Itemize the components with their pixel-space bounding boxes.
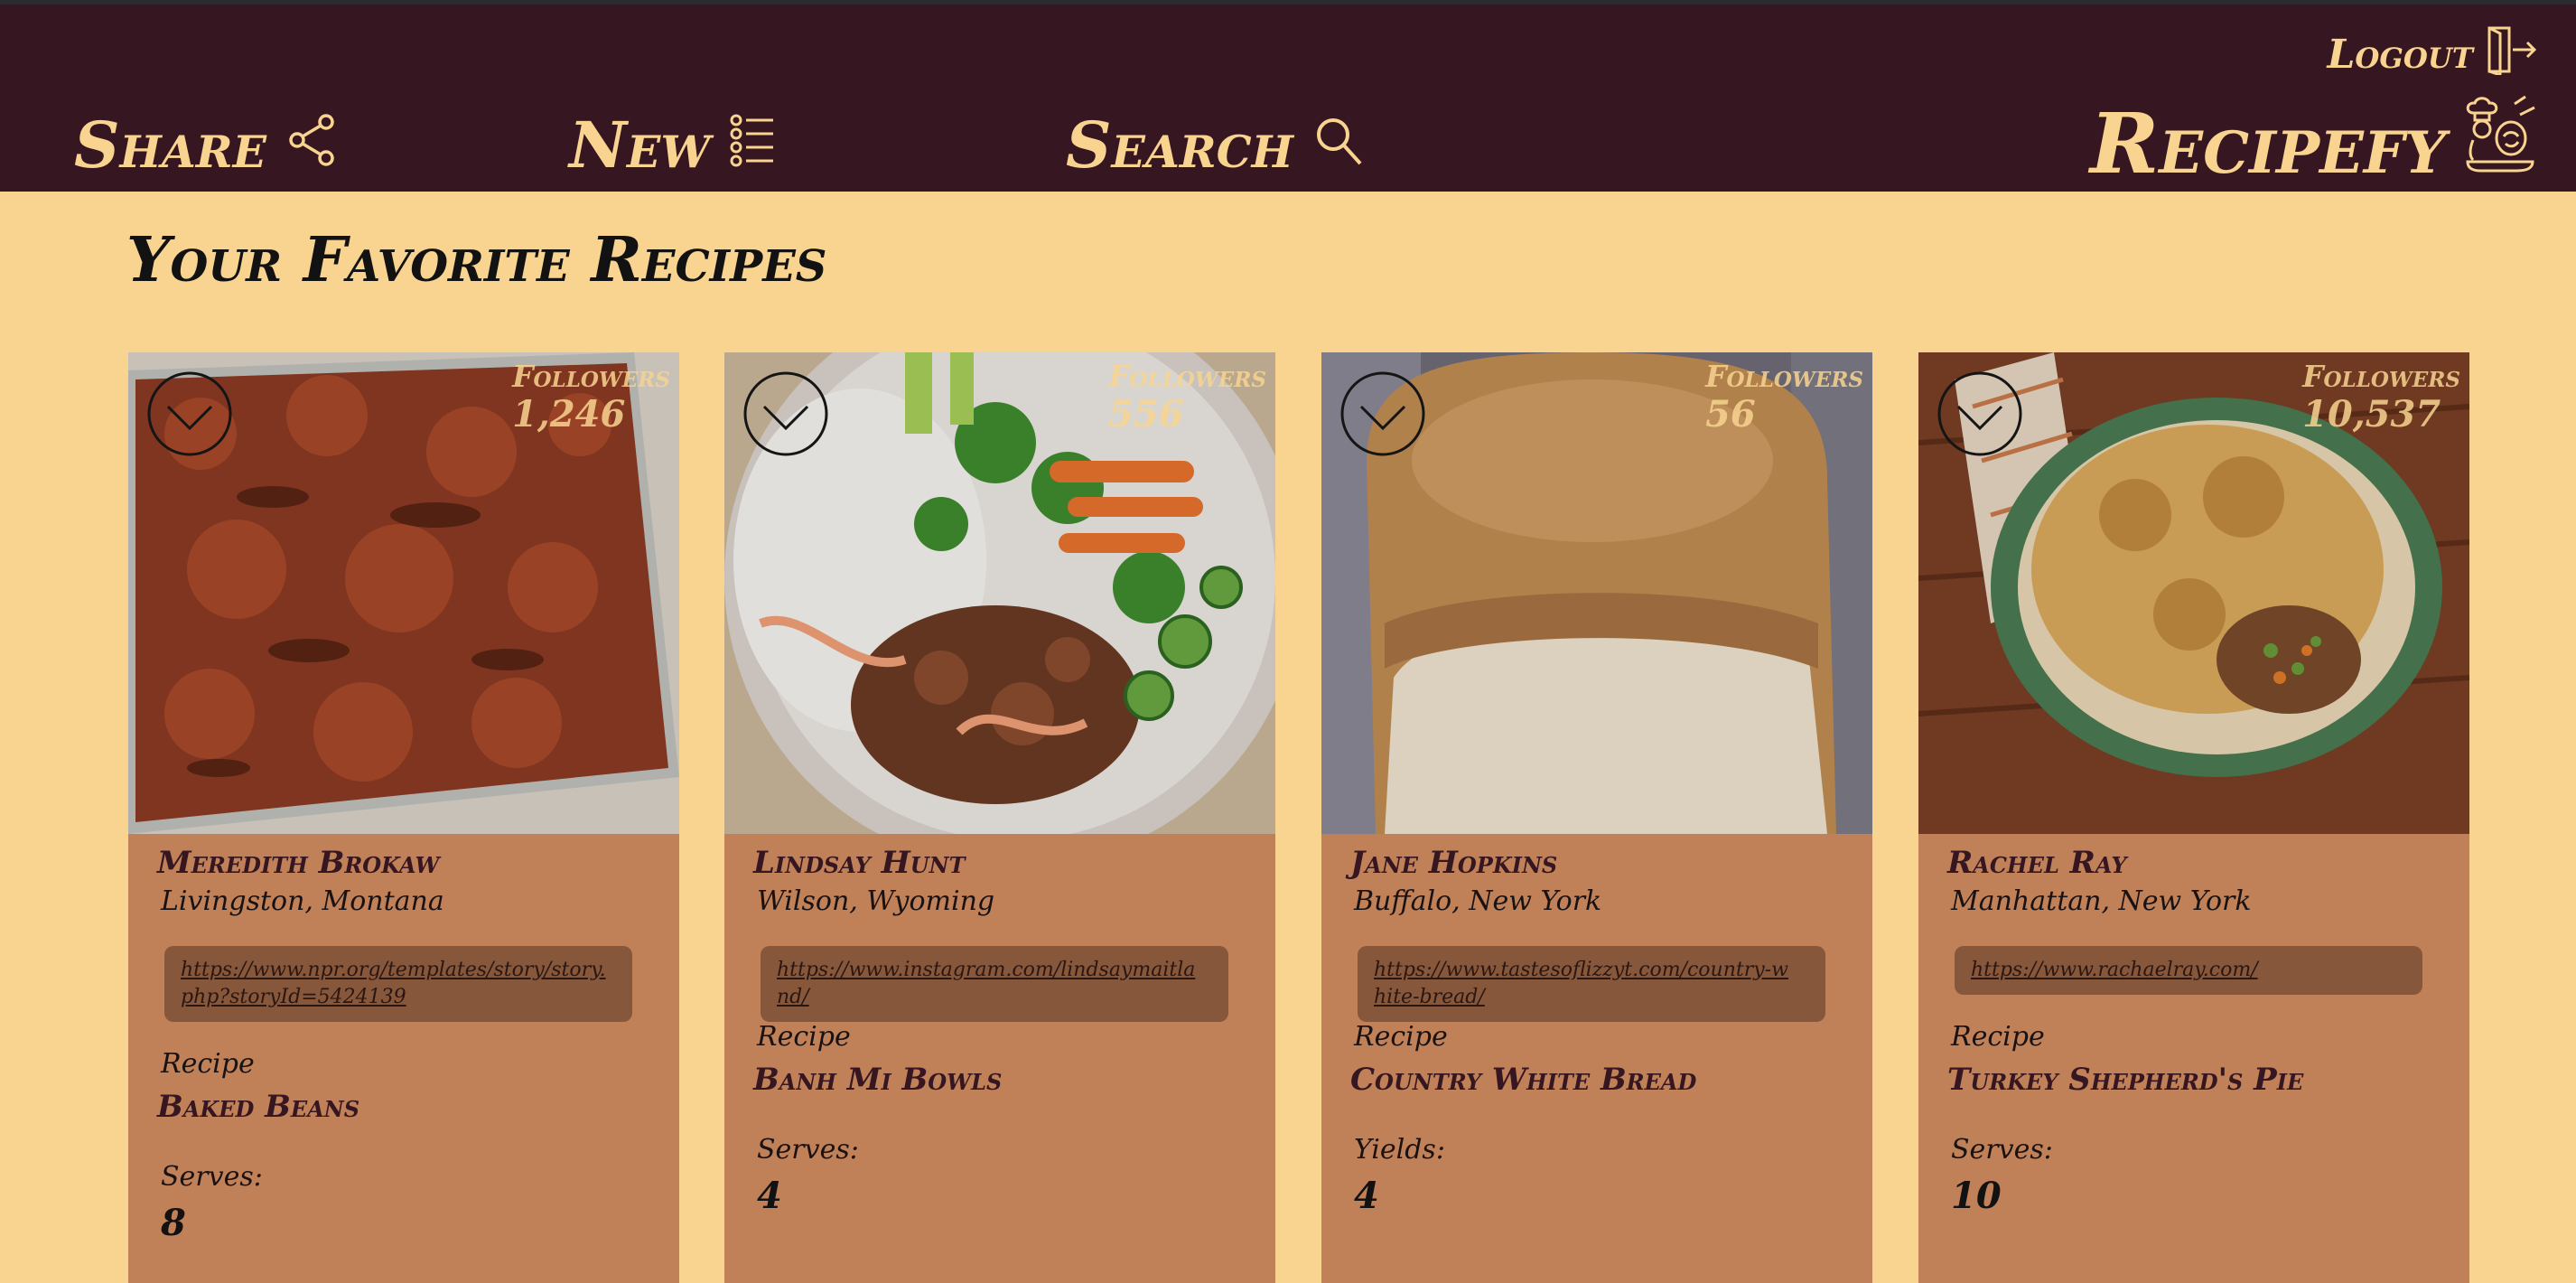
nav-search-label: Search <box>1066 107 1293 183</box>
nav-search[interactable]: Search <box>1066 104 1364 185</box>
recipe-photo-turkey-shepherds-pie: Followers 10,537 <box>1918 352 2469 834</box>
recipe-label: Recipe <box>757 1021 851 1053</box>
source-link-box: https://www.rachaelray.com/ <box>1955 946 2422 995</box>
serves-value: 8 <box>161 1202 186 1244</box>
followers-label: Followers <box>1108 359 1266 394</box>
serves-label: Serves: <box>757 1134 859 1166</box>
chef-location: Buffalo, New York <box>1354 885 1602 917</box>
chef-location: Livingston, Montana <box>161 885 444 917</box>
serves-label: Serves: <box>1951 1134 2053 1166</box>
brand-name: Recipefy <box>2089 95 2446 192</box>
followers-label: Followers <box>512 359 670 394</box>
chef-name: Rachel Ray <box>1947 845 2127 881</box>
list-icon <box>730 108 775 183</box>
nav-share[interactable]: Share <box>74 104 337 185</box>
source-link[interactable]: https://www.rachaelray.com/ <box>1971 959 2258 981</box>
chevron-down-icon[interactable] <box>146 370 233 457</box>
yields-value: 4 <box>1354 1175 1379 1217</box>
followers-count: Followers 10,537 <box>2302 360 2460 435</box>
recipe-label: Recipe <box>1951 1021 2045 1053</box>
chef-location: Manhattan, New York <box>1951 885 2252 917</box>
recipe-name: Turkey Shepherd's Pie <box>1947 1062 2304 1098</box>
recipe-name: Banh Mi Bowls <box>753 1062 1003 1098</box>
recipe-label: Recipe <box>161 1048 255 1080</box>
chef-location: Wilson, Wyoming <box>757 885 995 917</box>
followers-label: Followers <box>1705 359 1863 394</box>
followers-count: Followers 56 <box>1705 360 1863 435</box>
share-icon <box>286 108 337 183</box>
recipe-photo-country-white-bread: Followers 56 <box>1321 352 1872 834</box>
followers-count: Followers 556 <box>1108 360 1266 435</box>
followers-value: 556 <box>1108 393 1184 435</box>
recipe-label: Recipe <box>1354 1021 1448 1053</box>
followers-count: Followers 1,246 <box>512 360 670 435</box>
chevron-down-icon[interactable] <box>1339 370 1426 457</box>
followers-label: Followers <box>2302 359 2460 394</box>
followers-value: 56 <box>1705 393 1756 435</box>
page-title: Your Favorite Recipes <box>126 224 827 296</box>
app-header: Logout Share New Search Recipefy <box>0 5 2576 192</box>
serves-value: 4 <box>757 1175 782 1217</box>
chef-name: Lindsay Hunt <box>753 845 966 881</box>
chef-name: Jane Hopkins <box>1350 845 1558 881</box>
chevron-down-icon[interactable] <box>742 370 829 457</box>
chef-logo-icon <box>2462 95 2538 192</box>
brand-logo: Recipefy <box>2090 95 2538 192</box>
recipe-card: Followers 1,246 Meredith Brokaw Livingst… <box>128 352 679 1283</box>
source-link-box: https://www.npr.org/templates/story/stor… <box>164 946 632 1022</box>
recipe-name: Country White Bread <box>1350 1062 1697 1098</box>
logout-icon <box>2486 24 2538 85</box>
source-link[interactable]: https://www.instagram.com/lindsaymaitlan… <box>777 959 1195 1008</box>
recipe-card: Followers 556 Lindsay Hunt Wilson, Wyomi… <box>724 352 1275 1283</box>
recipe-name: Baked Beans <box>157 1089 360 1125</box>
followers-value: 10,537 <box>2302 393 2441 435</box>
recipe-card: Followers 56 Jane Hopkins Buffalo, New Y… <box>1321 352 1872 1283</box>
source-link-box: https://www.tastesoflizzyt.com/country-w… <box>1358 946 1825 1022</box>
recipe-photo-baked-beans: Followers 1,246 <box>128 352 679 834</box>
logout-label: Logout <box>2327 31 2473 78</box>
logout-button[interactable]: Logout <box>2327 23 2538 86</box>
serves-label: Serves: <box>161 1161 263 1193</box>
nav-new-label: New <box>569 107 711 183</box>
yields-label: Yields: <box>1354 1134 1445 1166</box>
nav-new[interactable]: New <box>569 104 775 185</box>
serves-value: 10 <box>1951 1175 2002 1217</box>
search-icon <box>1313 108 1364 183</box>
followers-value: 1,246 <box>512 393 626 435</box>
recipe-photo-banh-mi-bowls: Followers 556 <box>724 352 1275 834</box>
recipe-card: Followers 10,537 Rachel Ray Manhattan, N… <box>1918 352 2469 1283</box>
source-link-box: https://www.instagram.com/lindsaymaitlan… <box>761 946 1228 1022</box>
source-link[interactable]: https://www.tastesoflizzyt.com/country-w… <box>1374 959 1788 1008</box>
nav-share-label: Share <box>74 107 266 183</box>
source-link[interactable]: https://www.npr.org/templates/story/stor… <box>181 959 606 1008</box>
chef-name: Meredith Brokaw <box>157 845 440 881</box>
chevron-down-icon[interactable] <box>1937 370 2023 457</box>
